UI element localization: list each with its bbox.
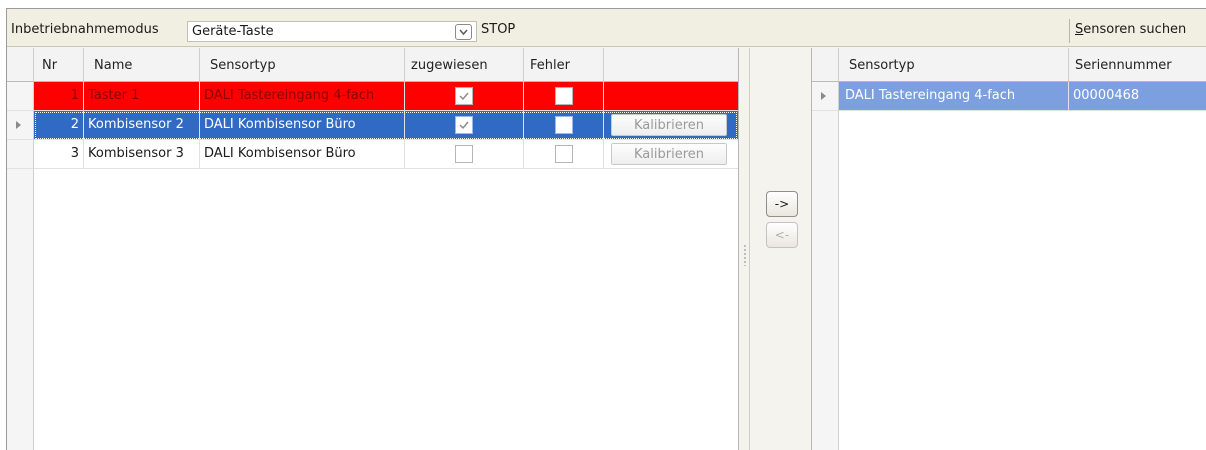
row-header[interactable] <box>7 82 34 111</box>
cell-sensortyp[interactable]: DALI Kombisensor Büro <box>200 140 405 169</box>
row-header-column <box>812 82 839 450</box>
assigned-sensors-grid: Nr Name Sensortyp zugewiesen Fehler 1 Tas… <box>7 48 739 450</box>
cell-fehler[interactable] <box>524 111 604 140</box>
cell-fehler[interactable] <box>524 140 604 169</box>
toolbar: Inbetriebnahmemodus Geräte-Taste STOP Se… <box>7 9 1206 47</box>
cell-nr[interactable]: 1 <box>34 82 84 111</box>
cell-nr[interactable]: 3 <box>34 140 84 169</box>
calibrate-button[interactable]: Kalibrieren <box>611 114 727 136</box>
column-header-sensortyp[interactable]: Sensortyp <box>839 48 1069 82</box>
row-header-corner <box>812 48 839 82</box>
table-row[interactable]: DALI Tastereingang 4-fach 00000468 <box>812 82 1206 111</box>
cell-sensortyp[interactable]: DALI Tastereingang 4-fach <box>839 82 1069 111</box>
column-header-nr[interactable]: Nr <box>34 48 84 82</box>
splitter-handle[interactable] <box>740 48 750 450</box>
search-sensors-button[interactable]: Sensoren suchen <box>1075 22 1186 37</box>
row-header[interactable] <box>7 140 34 169</box>
available-sensors-grid: Sensortyp Seriennummer DALI Tastereingan… <box>811 48 1206 450</box>
cell-fehler[interactable] <box>524 82 604 111</box>
checkbox[interactable] <box>455 87 473 105</box>
toolbar-separator <box>1069 19 1070 43</box>
unassign-sensor-button[interactable]: <- <box>766 222 798 248</box>
table-row[interactable]: 1 Taster 1 DALI Tastereingang 4-fach <box>7 82 738 111</box>
cell-kalibrieren[interactable]: Kalibrieren <box>604 111 738 140</box>
calibrate-button[interactable]: Kalibrieren <box>611 143 727 165</box>
column-header-sensortyp[interactable]: Sensortyp <box>200 48 405 82</box>
cell-name[interactable]: Kombisensor 2 <box>84 111 200 140</box>
cell-kalibrieren[interactable] <box>604 82 738 111</box>
checkbox[interactable] <box>555 116 573 134</box>
column-header-seriennummer[interactable]: Seriennummer <box>1069 48 1206 82</box>
checkbox[interactable] <box>455 145 473 163</box>
cell-kalibrieren[interactable]: Kalibrieren <box>604 140 738 169</box>
move-panel: -> <- <box>740 48 811 450</box>
current-row-arrow-icon <box>16 121 21 129</box>
row-header[interactable] <box>7 111 34 140</box>
cell-name[interactable]: Taster 1 <box>84 82 200 111</box>
checkbox[interactable] <box>455 116 473 134</box>
grip-icon <box>744 244 746 266</box>
sensor-commissioning-window: Inbetriebnahmemodus Geräte-Taste STOP Se… <box>6 8 1206 450</box>
checkbox[interactable] <box>555 87 573 105</box>
cell-sensortyp[interactable]: DALI Kombisensor Büro <box>200 111 405 140</box>
column-header-fehler[interactable]: Fehler <box>524 48 604 82</box>
row-header[interactable] <box>812 82 839 111</box>
column-header-name[interactable]: Name <box>84 48 200 82</box>
cell-nr[interactable]: 2 <box>34 111 84 140</box>
assign-sensor-button[interactable]: -> <box>766 191 798 217</box>
table-row[interactable]: 2 Kombisensor 2 DALI Kombisensor Büro Kalib… <box>7 111 738 140</box>
search-sensors-label-rest: ensoren suchen <box>1083 22 1187 37</box>
column-header-kalibrieren[interactable] <box>604 48 738 82</box>
cell-seriennummer[interactable]: 00000468 <box>1069 82 1206 111</box>
cell-zugewiesen[interactable] <box>405 140 524 169</box>
cell-sensortyp[interactable]: DALI Tastereingang 4-fach <box>200 82 405 111</box>
cell-zugewiesen[interactable] <box>405 82 524 111</box>
stop-button[interactable]: STOP <box>481 22 515 37</box>
column-header-zugewiesen[interactable]: zugewiesen <box>405 48 524 82</box>
cell-name[interactable]: Kombisensor 3 <box>84 140 200 169</box>
checkbox[interactable] <box>555 145 573 163</box>
mode-label: Inbetriebnahmemodus <box>11 22 159 37</box>
chevron-down-icon[interactable] <box>455 24 472 40</box>
mode-dropdown[interactable]: Geräte-Taste <box>187 21 477 42</box>
cell-zugewiesen[interactable] <box>405 111 524 140</box>
table-row[interactable]: 3 Kombisensor 3 DALI Kombisensor Büro Kalib… <box>7 140 738 169</box>
row-header-corner <box>7 48 34 82</box>
current-row-arrow-icon <box>821 92 826 100</box>
